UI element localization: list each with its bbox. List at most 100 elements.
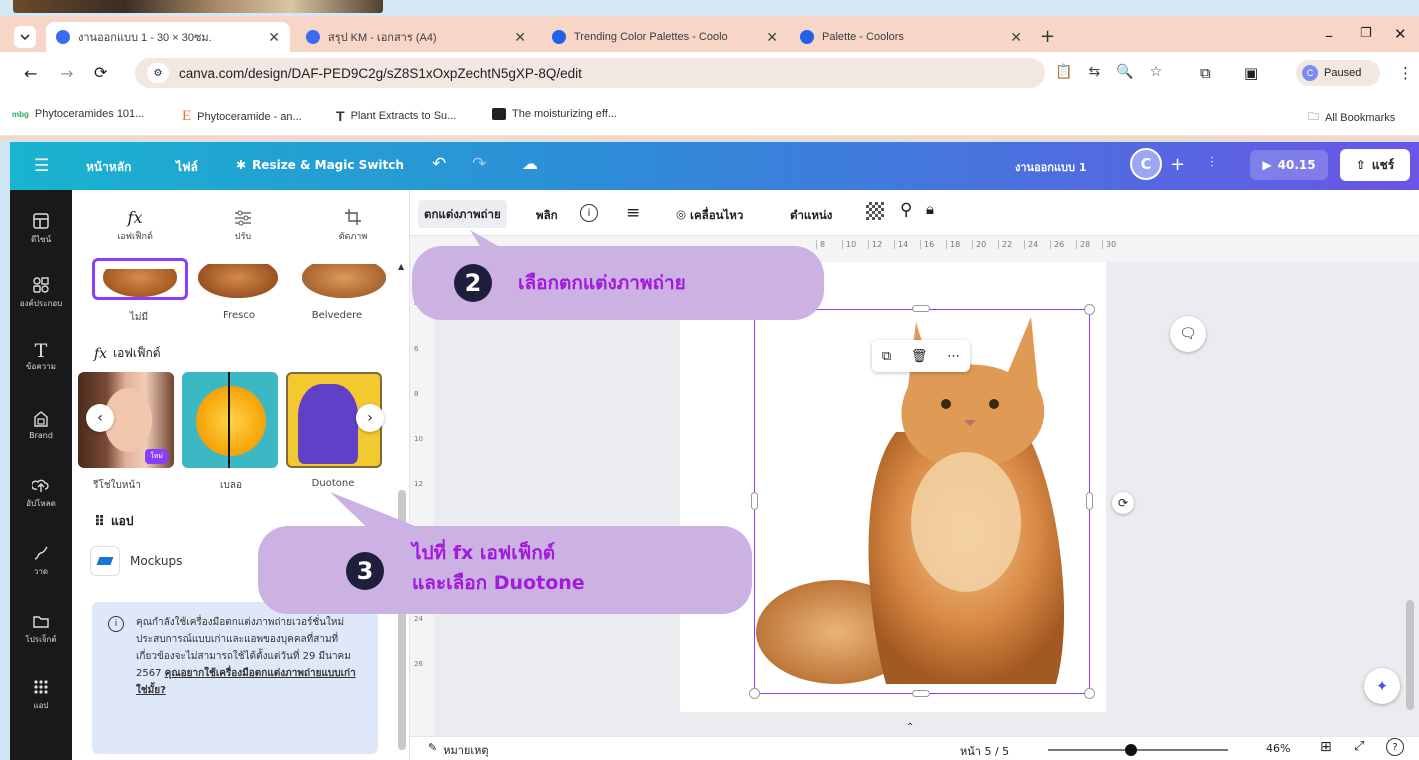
minimize-button[interactable]: – <box>1325 26 1333 45</box>
tab-adjust[interactable]: ปรับ <box>208 210 278 243</box>
resize-button[interactable]: ✱ Resize & Magic Switch <box>236 158 404 172</box>
carousel-prev-button[interactable]: ‹ <box>86 404 114 432</box>
resize-handle[interactable] <box>912 305 930 312</box>
notes-button[interactable]: ✎ หมายเหตุ <box>428 741 489 759</box>
rail-item-draw[interactable]: วาด <box>10 544 72 578</box>
bookmark-label: Phytoceramides 101... <box>34 108 145 120</box>
rail-item-upload[interactable]: อัปโหลด <box>10 476 72 510</box>
trash-icon[interactable]: 🗑︎ <box>911 349 928 364</box>
side-panel-icon[interactable]: ▣ <box>1244 64 1258 82</box>
reload-button[interactable]: ⟳ <box>94 63 107 82</box>
effect-blur-thumb[interactable] <box>182 372 278 468</box>
magic-assistant-icon[interactable]: ✦ <box>1364 668 1400 704</box>
scrollbar-up[interactable]: ▲ <box>398 262 404 271</box>
design-name[interactable]: งานออกแบบ 1 <box>1015 158 1086 176</box>
site-info-icon[interactable]: ⚙ <box>147 63 169 83</box>
close-icon[interactable]: ✕ <box>268 29 280 46</box>
rail-item-projects[interactable]: โปรเจ็กต์ <box>10 612 72 646</box>
cloud-save-icon[interactable]: ☁ <box>522 154 538 173</box>
close-icon[interactable]: ✕ <box>514 29 526 46</box>
show-pages-button[interactable]: ⌃ <box>906 722 914 733</box>
page-counter[interactable]: หน้า 5 / 5 <box>960 742 1009 760</box>
paint-format-icon[interactable]: ⚲ <box>900 200 912 220</box>
tab-palette[interactable]: Palette - Coolors ✕ <box>790 22 1032 52</box>
clipboard-icon[interactable]: 📋 <box>1055 64 1072 80</box>
filter-none-thumb[interactable] <box>92 258 188 300</box>
lock-icon[interactable]: 🔒︎ <box>926 200 934 218</box>
close-icon[interactable]: ✕ <box>766 29 778 46</box>
duplicate-icon[interactable]: ⧉ <box>882 349 891 364</box>
filter-fresco-thumb[interactable] <box>194 262 284 300</box>
address-bar[interactable]: ⚙ canva.com/design/DAF-PED9C2g/sZ8S1xOxp… <box>135 58 1045 88</box>
profile-button[interactable]: C Paused <box>1296 60 1380 86</box>
ruler-tick-label: 18 <box>946 240 964 249</box>
resize-handle[interactable] <box>751 492 758 510</box>
new-tab-button[interactable]: + <box>1040 26 1055 47</box>
star-icon[interactable]: ☆ <box>1150 64 1163 80</box>
info-icon[interactable]: i <box>580 204 598 222</box>
rail-item-elements[interactable]: องค์ประกอบ <box>10 276 72 310</box>
tab-km-summary[interactable]: สรุป KM - เอกสาร (A4) ✕ <box>296 22 536 52</box>
legacy-tool-link[interactable]: คุณอยากใช้เครื่องมือตกแต่งภาพถ่ายแบบเก่า… <box>136 668 356 696</box>
carousel-next-button[interactable]: › <box>356 404 384 432</box>
back-button[interactable]: ← <box>24 64 37 83</box>
translate-icon[interactable]: ⇆ <box>1088 64 1100 80</box>
add-collaborator-icon[interactable]: + <box>1170 154 1185 175</box>
rail-item-brand[interactable]: Brand <box>10 410 72 440</box>
file-menu[interactable]: ไฟล์ <box>176 158 198 177</box>
bookmark-item[interactable]: mbg Phytoceramides 101... <box>12 108 144 120</box>
bookmark-item[interactable]: The moisturizing eff... <box>492 108 617 120</box>
edit-photo-button[interactable]: ตกแต่งภาพถ่าย <box>418 200 507 228</box>
cat-thumbnail <box>198 264 278 298</box>
fullscreen-icon[interactable]: ⤢ <box>1354 739 1364 754</box>
app-mockups[interactable]: Mockups <box>90 546 182 576</box>
align-icon[interactable]: ≡ <box>626 203 640 223</box>
bookmark-item[interactable]: T Plant Extracts to Su... <box>336 108 456 124</box>
tab-effects[interactable]: fx เอฟเฟ็กต์ <box>100 208 170 243</box>
all-bookmarks[interactable]: 🗀 All Bookmarks <box>1308 108 1395 127</box>
restore-button[interactable]: ❐ <box>1360 26 1372 41</box>
canvas-scrollbar[interactable] <box>1406 600 1414 710</box>
bookmark-item[interactable]: E Phytoceramide - an... <box>182 108 302 125</box>
avatar[interactable]: C <box>1130 148 1162 180</box>
animate-button[interactable]: ◎ เคลื่อนไหว <box>676 207 743 225</box>
resize-handle[interactable] <box>1086 492 1093 510</box>
resize-handle[interactable] <box>1084 304 1095 315</box>
present-button[interactable]: ▶ 40.15 <box>1250 150 1328 180</box>
comment-icon[interactable]: 🗨︎ <box>1170 316 1206 352</box>
transparency-icon[interactable] <box>866 202 884 220</box>
zoom-value[interactable]: 46% <box>1266 742 1290 755</box>
zoom-slider-track[interactable] <box>1048 749 1228 751</box>
insights-icon[interactable]: ⫶ <box>1210 155 1214 171</box>
resize-handle[interactable] <box>749 688 760 699</box>
rail-item-design[interactable]: ดีไซน์ <box>10 212 72 246</box>
rotate-icon[interactable]: ⟳ <box>1112 492 1134 514</box>
rail-item-text[interactable]: T ข้อความ <box>10 342 72 373</box>
tab-trending-palettes[interactable]: Trending Color Palettes - Coolo ✕ <box>542 22 788 52</box>
home-link[interactable]: หน้าหลัก <box>86 158 131 177</box>
close-window-button[interactable]: ✕ <box>1394 25 1407 43</box>
flip-button[interactable]: พลิก <box>536 207 558 225</box>
tab-canva-design[interactable]: งานออกแบบ 1 - 30 × 30ซม. ✕ <box>46 22 290 52</box>
tab-search-button[interactable] <box>14 26 36 48</box>
resize-handle[interactable] <box>1084 688 1095 699</box>
grid-view-icon[interactable]: ⊞ <box>1320 739 1332 755</box>
filter-belvedere-thumb[interactable] <box>296 262 392 300</box>
extensions-icon[interactable]: ⧉ <box>1200 64 1211 82</box>
redo-icon[interactable]: ↷ <box>472 154 486 174</box>
more-icon[interactable]: ⋯ <box>947 349 960 364</box>
rail-item-apps[interactable]: แอป <box>10 678 72 712</box>
position-button[interactable]: ตำแหน่ง <box>790 207 832 225</box>
undo-icon[interactable]: ↶ <box>432 154 446 174</box>
tab-crop[interactable]: ตัดภาพ <box>318 208 388 243</box>
menu-icon[interactable]: ⋮ <box>1398 64 1413 82</box>
resize-handle[interactable] <box>912 690 930 697</box>
forward-button[interactable]: → <box>60 64 73 83</box>
share-button[interactable]: ⇧ แชร์ <box>1340 149 1410 181</box>
zoom-slider-knob[interactable] <box>1124 744 1137 756</box>
url-text[interactable]: canva.com/design/DAF-PED9C2g/sZ8S1xOxpZe… <box>179 66 582 81</box>
close-icon[interactable]: ✕ <box>1010 29 1022 46</box>
hamburger-icon[interactable]: ☰ <box>34 156 49 176</box>
zoom-icon[interactable]: 🔍 <box>1116 64 1133 80</box>
help-icon[interactable]: ? <box>1386 738 1404 756</box>
